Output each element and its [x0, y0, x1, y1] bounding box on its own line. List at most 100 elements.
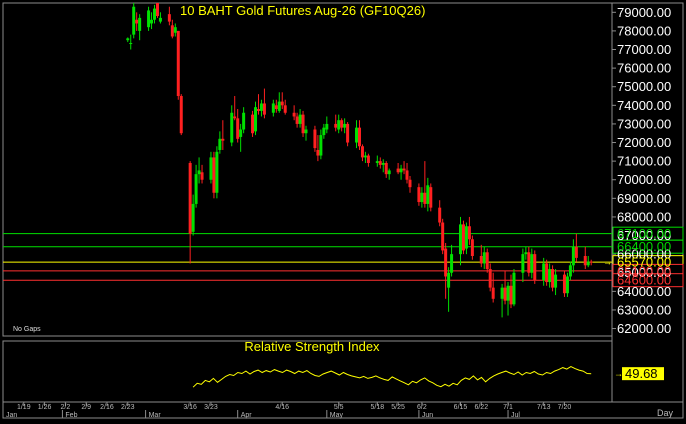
y-tick-label: 76000.00 — [617, 61, 671, 76]
candle-body — [215, 151, 219, 193]
candle-body — [441, 222, 445, 251]
y-tick-label: 75000.00 — [617, 79, 671, 94]
candle-body — [470, 239, 474, 257]
candle-body — [319, 135, 323, 156]
candle-body — [337, 120, 341, 130]
candle-body — [488, 269, 492, 288]
candle-body — [405, 170, 409, 180]
candle-body — [209, 157, 213, 180]
candle-body — [179, 96, 183, 134]
y-tick-label: 63000.00 — [617, 302, 671, 317]
candle-body — [509, 285, 513, 305]
x-tick-label: 2/2 — [61, 404, 71, 411]
candle-body — [325, 123, 329, 130]
candle-body — [429, 187, 433, 208]
candle-body — [464, 226, 468, 249]
candle-body — [408, 179, 412, 188]
candle-body — [188, 162, 192, 234]
candle-body — [167, 14, 171, 22]
candle-body — [176, 30, 180, 97]
candle-body — [506, 285, 510, 301]
candle-body — [126, 38, 130, 41]
candle-body — [387, 170, 391, 175]
candle-body — [313, 129, 317, 149]
candle-body — [254, 107, 258, 132]
candle-body — [283, 105, 287, 113]
x-tick-label: 5/25 — [391, 404, 405, 411]
candle-body — [554, 274, 558, 288]
x-tick-label: 1/19 — [17, 404, 31, 411]
candle-body — [343, 123, 347, 128]
candle-body — [565, 276, 569, 294]
candle-body — [212, 157, 216, 193]
candle-body — [551, 269, 555, 288]
candle-body — [138, 17, 142, 31]
candle-body — [135, 19, 139, 24]
candle-body — [262, 103, 266, 115]
candle-body — [482, 252, 486, 264]
y-tick-label: 68000.00 — [617, 209, 671, 224]
x-tick-label: 6/22 — [474, 404, 488, 411]
candle-body — [304, 129, 308, 134]
candle-body — [200, 172, 204, 180]
candle-body — [396, 168, 400, 173]
month-label: Feb — [65, 412, 77, 419]
candle-body — [334, 123, 338, 128]
x-tick-label: 1/26 — [38, 404, 52, 411]
candle-body — [357, 127, 361, 147]
y-tick-label: 73000.00 — [617, 116, 671, 131]
x-tick-label: 4/16 — [275, 404, 289, 411]
candle-body — [503, 287, 507, 301]
rsi-last-arrow: → — [614, 369, 623, 379]
candle-body — [485, 252, 489, 270]
candle-body — [447, 272, 451, 288]
period-label: Day — [657, 408, 674, 418]
candle-body — [230, 112, 234, 143]
candle-body — [301, 114, 305, 134]
candle-body — [197, 170, 201, 175]
candle-body — [384, 162, 388, 175]
y-tick-label: 77000.00 — [617, 42, 671, 57]
chart-title: 10 BAHT Gold Futures Aug-26 (GF10Q26) — [180, 3, 425, 18]
candle-body — [363, 155, 367, 158]
y-tick-label: 74000.00 — [617, 98, 671, 113]
candle-body — [271, 103, 275, 113]
candle-body — [277, 101, 281, 111]
y-tick-label: 69000.00 — [617, 191, 671, 206]
candle-body — [574, 246, 578, 258]
candle-body — [346, 123, 350, 143]
month-label: Jan — [6, 412, 17, 419]
candle-body — [548, 269, 552, 283]
x-tick-label: 7/13 — [537, 404, 551, 411]
candle-body — [340, 120, 344, 128]
y-tick-label: 71000.00 — [617, 154, 671, 169]
candle-body — [355, 127, 359, 143]
candle-body — [194, 174, 198, 204]
candle-body — [571, 246, 575, 266]
candle-body — [259, 103, 263, 111]
candle-body — [173, 27, 177, 33]
candle-body — [256, 109, 260, 111]
candle-body — [423, 192, 427, 204]
candle-body — [280, 101, 284, 106]
candle-body — [375, 161, 379, 163]
candle-body — [438, 207, 442, 223]
candle-body — [512, 272, 516, 305]
month-label: Apr — [241, 412, 253, 419]
candle-body — [233, 116, 237, 119]
candle-body — [568, 265, 572, 277]
x-tick-label: 2/9 — [81, 404, 91, 411]
chart-svg: 62000.0063000.0064000.0065000.0066000.00… — [0, 0, 686, 419]
price-level-label: 64600.00 — [617, 273, 671, 288]
candle-body — [251, 114, 255, 134]
month-label: Mar — [149, 412, 162, 419]
candle-body — [426, 185, 430, 204]
rsi-title: Relative Strength Index — [244, 339, 380, 354]
candle-body — [461, 224, 465, 251]
candle-body — [586, 261, 590, 266]
candle-body — [545, 263, 549, 283]
candle-body — [527, 252, 531, 273]
candle-body — [221, 138, 225, 141]
candle-body — [521, 254, 525, 273]
candle-body — [242, 112, 246, 130]
